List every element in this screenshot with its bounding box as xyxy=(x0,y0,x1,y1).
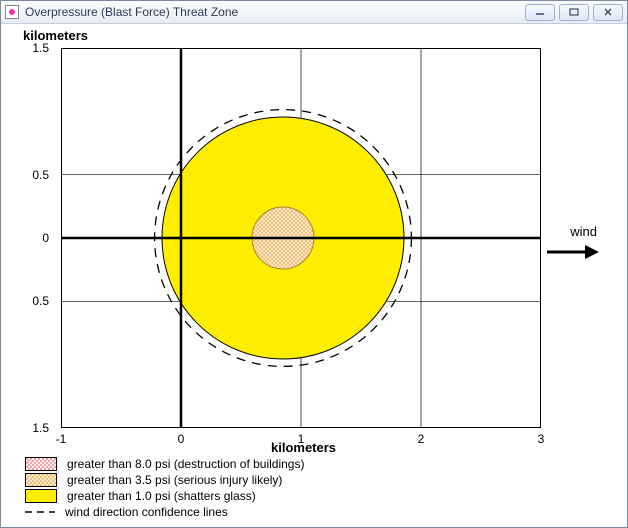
window-title: Overpressure (Blast Force) Threat Zone xyxy=(25,5,525,19)
legend-label-8psi: greater than 8.0 psi (destruction of bui… xyxy=(67,457,304,471)
legend-label-3p5psi: greater than 3.5 psi (serious injury lik… xyxy=(67,473,282,487)
legend-swatch-red xyxy=(25,457,57,471)
legend-row-8psi: greater than 8.0 psi (destruction of bui… xyxy=(25,456,304,472)
legend-row-3p5psi: greater than 3.5 psi (serious injury lik… xyxy=(25,472,304,488)
minimize-button[interactable] xyxy=(525,4,555,21)
wind-label: wind xyxy=(570,224,597,239)
ytick-1p5-top: 1.5 xyxy=(9,41,49,55)
legend-swatch-dash xyxy=(25,506,55,518)
legend-swatch-yellow xyxy=(25,489,57,503)
window-controls xyxy=(525,4,623,21)
app-window: Overpressure (Blast Force) Threat Zone k… xyxy=(0,0,628,528)
legend-label-1psi: greater than 1.0 psi (shatters glass) xyxy=(67,489,256,503)
app-icon xyxy=(5,5,19,19)
legend-row-1psi: greater than 1.0 psi (shatters glass) xyxy=(25,488,304,504)
legend-row-confidence: wind direction confidence lines xyxy=(25,504,304,520)
ytick-0: 0 xyxy=(9,231,49,245)
close-button[interactable] xyxy=(593,4,623,21)
wind-arrow-icon xyxy=(545,242,601,262)
legend-label-confidence: wind direction confidence lines xyxy=(65,505,228,519)
maximize-button[interactable] xyxy=(559,4,589,21)
xtick-0: 0 xyxy=(178,432,185,446)
y-tick-labels: 1.5 0.5 0 0.5 1.5 xyxy=(1,48,55,428)
x-tick-labels: -1 0 1 2 3 xyxy=(61,430,541,446)
xtick-1: 1 xyxy=(298,432,305,446)
ytick-0p5-top: 0.5 xyxy=(9,168,49,182)
legend: greater than 8.0 psi (destruction of bui… xyxy=(25,456,304,520)
titlebar[interactable]: Overpressure (Blast Force) Threat Zone xyxy=(1,1,627,24)
xtick-minus1: -1 xyxy=(56,432,67,446)
plot-area xyxy=(61,48,541,428)
ytick-1p5-bot: 1.5 xyxy=(9,421,49,435)
plot-svg xyxy=(61,48,541,428)
xtick-2: 2 xyxy=(418,432,425,446)
legend-swatch-orange xyxy=(25,473,57,487)
ytick-0p5-bot: 0.5 xyxy=(9,294,49,308)
client-area: kilometers kilometers 1.5 0.5 0 0.5 1.5 … xyxy=(1,24,627,527)
xtick-3: 3 xyxy=(538,432,545,446)
